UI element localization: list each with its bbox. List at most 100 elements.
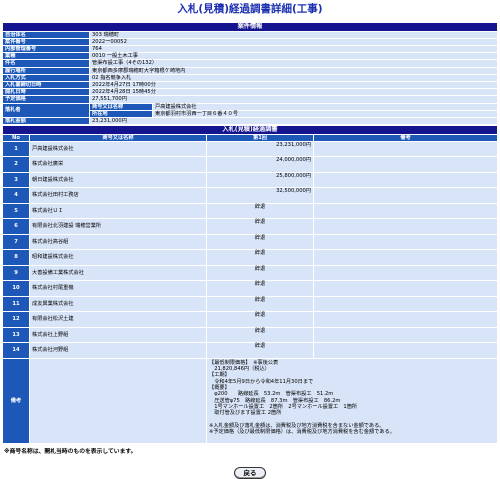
winner-addr-value-cell: 東京都羽村市羽西一丁目６番４０号	[153, 110, 497, 117]
bid-row-amount: 25,800,000円	[207, 172, 313, 188]
bid-row-name: 株式会社上野組	[30, 327, 206, 343]
bid-row-amount: 24,000,000円	[207, 157, 313, 172]
case-info-label: 内部管理番号	[3, 45, 89, 53]
case-info-value: 02 指名競争入札	[90, 74, 497, 81]
case-info-row: 自治体名 303 瑞穂町	[3, 31, 497, 38]
bid-row: 6 有限会社北羽建設 瑞穂営業所 辞退	[3, 219, 497, 234]
case-info-label: 自治体名	[3, 31, 89, 38]
bid-row-name: 株式会社村尾重機	[30, 281, 206, 296]
winner-name-value: 戸高建設株式会社	[155, 103, 197, 110]
case-info-row: 内部管理番号 764	[3, 45, 497, 53]
bid-row-remarks	[314, 203, 497, 219]
back-button[interactable]: 戻る	[234, 466, 266, 479]
case-info-value: 2022年4月27日 17時00分	[90, 81, 497, 89]
bid-history-table: 入札(見積)経過調書 No 商号又は名称 第1回 備考 1 戸高建設株式会社 23,…	[2, 125, 498, 444]
bid-row-no: 8	[3, 250, 29, 265]
bid-row-name: 株式会社ＵＩ	[30, 203, 206, 219]
case-info-value: 27,551,700円	[90, 96, 497, 103]
bid-row-remarks	[314, 188, 497, 203]
case-info-value: 2022ー00052	[90, 38, 497, 45]
bid-row-no: 13	[3, 327, 29, 343]
bid-row: 4 株式会社田村工務店 32,500,000円	[3, 188, 497, 203]
bid-row: 1 戸高建設株式会社 23,231,000円	[3, 141, 497, 157]
bid-row: 11 成友興業株式会社 辞退	[3, 296, 497, 312]
bid-row: 13 株式会社上野組 辞退	[3, 327, 497, 343]
winner-label: 落札者	[3, 103, 89, 117]
bid-row-no: 7	[3, 234, 29, 250]
award-amount-label: 落札金額	[3, 117, 89, 125]
bid-row: 5 株式会社ＵＩ 辞退	[3, 203, 497, 219]
bid-row-remarks	[314, 172, 497, 188]
bid-row-remarks	[314, 327, 497, 343]
bid-row: 12 有限会社松沢土建 辞退	[3, 312, 497, 327]
bid-row-remarks	[314, 296, 497, 312]
remarks-label: 備考	[3, 358, 29, 443]
bid-row-name: 株式会社河野組	[30, 343, 206, 358]
bid-row: 9 大善設備工業株式会社 辞退	[3, 265, 497, 281]
bid-history-header: 入札(見積)経過調書	[3, 126, 497, 134]
case-info-label: 入札書締切日時	[3, 81, 89, 89]
bid-row-no: 11	[3, 296, 29, 312]
bid-row-name: 株式会社廣栄	[30, 157, 206, 172]
winner-name-value-cell: 戸高建設株式会社	[153, 103, 497, 110]
bid-row-remarks	[314, 312, 497, 327]
case-info-row: 案件番号 2022ー00052	[3, 38, 497, 45]
winner-addr-label: 所在地	[92, 110, 108, 117]
case-info-value: 764	[90, 45, 497, 53]
bid-row-amount: 辞退	[207, 296, 313, 312]
case-info-label: 案件番号	[3, 38, 89, 45]
footnote: ※商号名称は、開札当時のものを表示しています。	[4, 448, 137, 455]
bid-row-name: 大善設備工業株式会社	[30, 265, 206, 281]
case-info-row: 入札書締切日時 2022年4月27日 17時00分	[3, 81, 497, 89]
bid-row-no: 9	[3, 265, 29, 281]
bid-row-no: 14	[3, 343, 29, 358]
case-info-value: 0010 一般土木工事	[90, 53, 497, 60]
col-remarks: 備考	[314, 134, 497, 141]
bid-row-no: 1	[3, 141, 29, 157]
bid-row-name: 朝日建設株式会社	[30, 172, 206, 188]
case-info-table: 案件情報 自治体名 303 瑞穂町 案件番号 2022ー00052 内部管理番号 764 業…	[2, 22, 498, 125]
bid-rows: 1 戸高建設株式会社 23,231,000円 2 株式会社廣栄 24,000,000円 3 朝…	[3, 141, 497, 358]
bid-row-remarks	[314, 343, 497, 358]
bid-row: 8 昭和建設株式会社 辞退	[3, 250, 497, 265]
bid-row-name: 有限会社北羽建設 瑞穂営業所	[30, 219, 206, 234]
bid-row-amount: 辞退	[207, 234, 313, 250]
col-no: No	[3, 134, 29, 141]
bid-row-no: 10	[3, 281, 29, 296]
bid-row-amount: 辞退	[207, 250, 313, 265]
case-info-row: 履行場所 東京都西多摩郡瑞穂町大字箱根ケ崎地内	[3, 67, 497, 74]
bid-row: 10 株式会社村尾重機 辞退	[3, 281, 497, 296]
case-info-label: 入札方式	[3, 74, 89, 81]
case-info-label: 件名	[3, 60, 89, 67]
page-title: 入札(見積)経過調書詳細(工事)	[177, 3, 323, 15]
case-info-label: 開札日時	[3, 89, 89, 96]
bid-row-name: 有限会社松沢土建	[30, 312, 206, 327]
bid-row-remarks	[314, 219, 497, 234]
case-info-label: 履行場所	[3, 67, 89, 74]
winner-addr-value: 東京都羽村市羽西一丁目６番４０号	[155, 110, 239, 117]
bid-row: 14 株式会社河野組 辞退	[3, 343, 497, 358]
case-info-row: 業種 0010 一般土木工事	[3, 53, 497, 60]
case-info-value: 管渠布設工事（4その132）	[90, 60, 497, 67]
winner-name-label-cell: 商号又は名称	[90, 103, 152, 110]
winner-name-label: 商号又は名称	[92, 103, 124, 110]
bid-row-amount: 辞退	[207, 343, 313, 358]
case-info-value: 2022年4月28日 15時45分	[90, 89, 497, 96]
bid-row-amount: 辞退	[207, 281, 313, 296]
bid-row: 7 株式会社高谷組 辞退	[3, 234, 497, 250]
bid-row-no: 4	[3, 188, 29, 203]
bid-row-remarks	[314, 265, 497, 281]
bid-row-name: 戸高建設株式会社	[30, 141, 206, 157]
bid-row-amount: 辞退	[207, 203, 313, 219]
winner-label-text: 落札者	[5, 107, 21, 114]
bid-row-no: 5	[3, 203, 29, 219]
bid-row: 2 株式会社廣栄 24,000,000円	[3, 157, 497, 172]
bid-row-remarks	[314, 234, 497, 250]
bid-row-amount: 23,231,000円	[207, 141, 313, 157]
award-amount-value: 23,231,000円	[90, 117, 497, 125]
remarks-text: 【最低制限価格】 ※事後公表 21,820,846円（税込） 【工期】 令和4年…	[207, 358, 497, 443]
bid-row-no: 12	[3, 312, 29, 327]
case-info-value: 東京都西多摩郡瑞穂町大字箱根ケ崎地内	[90, 67, 497, 74]
bid-row-name: 昭和建設株式会社	[30, 250, 206, 265]
case-info-value: 303 瑞穂町	[90, 31, 497, 38]
